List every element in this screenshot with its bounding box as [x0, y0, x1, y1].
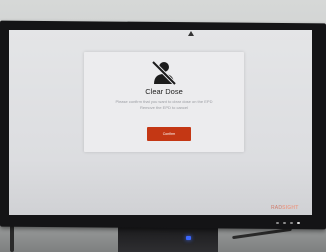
dialog-title: Clear Dose [145, 87, 183, 96]
cable [10, 224, 14, 252]
clear-dose-dialog: Clear Dose Please confirm that you want … [84, 52, 244, 152]
power-led [186, 236, 191, 240]
confirm-button[interactable]: Confirm [147, 127, 191, 141]
menu-button-icon[interactable] [283, 222, 286, 224]
menu-button-icon[interactable] [276, 222, 279, 224]
power-button-icon[interactable] [297, 222, 300, 224]
monitor-stand [118, 226, 218, 252]
dialog-message-line: Remove the EPD to cancel [139, 104, 189, 110]
no-dose-person-icon [151, 60, 177, 86]
monitor-buttons [272, 211, 300, 229]
screen: Clear Dose Please confirm that you want … [9, 30, 312, 215]
dialog-message: Please confirm that you want to clear do… [90, 99, 238, 110]
menu-button-icon[interactable] [290, 222, 293, 224]
mouse-cursor-icon [188, 31, 194, 36]
